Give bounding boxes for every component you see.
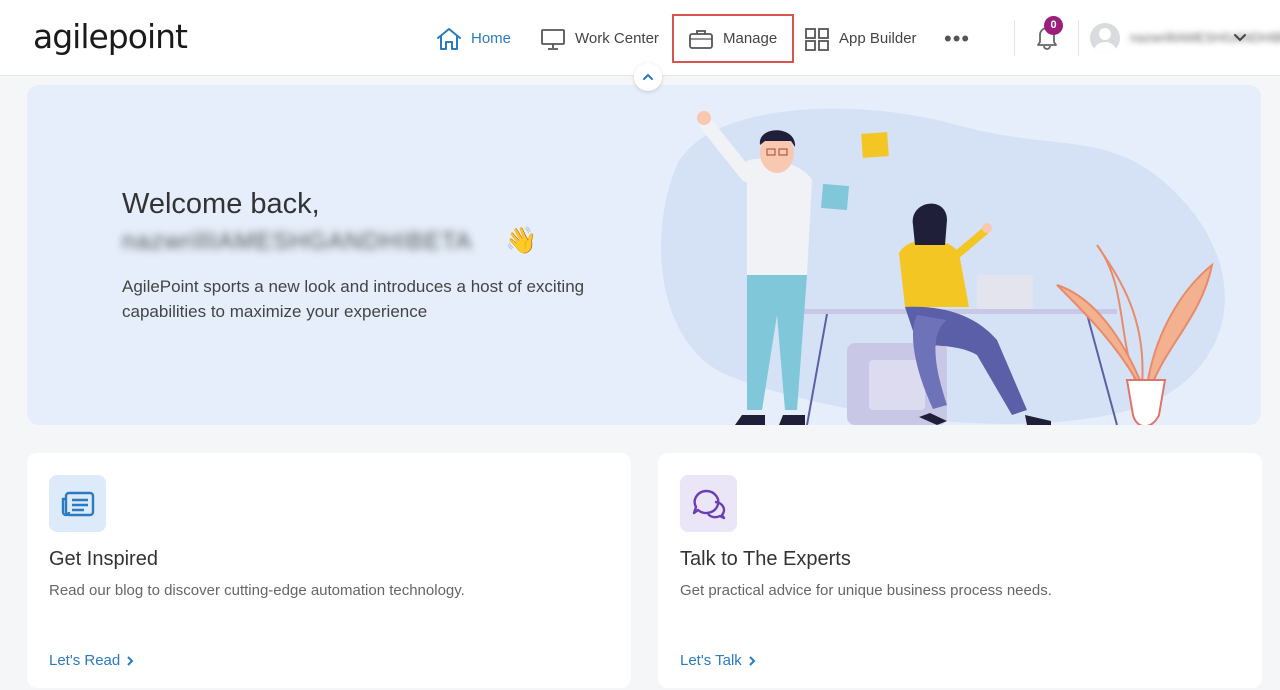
nav-work-center-label: Work Center (575, 30, 659, 47)
card-title: Talk to The Experts (680, 548, 851, 570)
notification-badge: 0 (1044, 16, 1063, 35)
welcome-banner: Welcome back, nazwrillIAMESHGANDHIBETA 👋… (27, 85, 1261, 425)
nav-app-builder[interactable]: App Builder (804, 14, 917, 63)
home-icon (436, 27, 462, 51)
nav-work-center[interactable]: Work Center (540, 14, 659, 63)
nav-manage-label: Manage (723, 30, 778, 47)
get-inspired-card: Get Inspired Read our blog to discover c… (27, 453, 631, 688)
welcome-description: AgilePoint sports a new look and introdu… (122, 277, 585, 321)
lets-talk-link[interactable]: Let's Talk (680, 652, 756, 669)
welcome-user-name: nazwrillIAMESHGANDHIBETA (122, 228, 473, 255)
divider (1014, 20, 1015, 56)
card-title: Get Inspired (49, 548, 158, 570)
chat-bubbles-icon (680, 475, 737, 532)
avatar-icon[interactable] (1090, 23, 1120, 53)
more-options-button[interactable]: ••• (944, 14, 970, 63)
welcome-illustration (661, 108, 1225, 425)
user-name[interactable]: nazwrillIAMESHGANDHIBETA (1130, 30, 1280, 45)
briefcase-icon (688, 27, 714, 51)
card-description: Get practical advice for unique business… (680, 582, 1052, 599)
chevron-right-icon (748, 655, 756, 666)
grid-icon (804, 27, 830, 51)
agilepoint-logo[interactable]: agilepoint (33, 17, 188, 56)
nav-home-label: Home (471, 30, 512, 47)
chevron-up-icon (643, 73, 653, 80)
nav-home[interactable]: Home (436, 14, 511, 63)
chevron-down-icon[interactable] (1232, 30, 1248, 51)
waving-hand-icon: 👋 (505, 225, 538, 255)
monitor-icon (540, 27, 566, 51)
nav-app-builder-label: App Builder (839, 30, 917, 47)
newspaper-icon (49, 475, 106, 532)
link-label: Let's Read (49, 652, 121, 669)
talk-to-experts-card: Talk to The Experts Get practical advice… (658, 453, 1262, 688)
lets-read-link[interactable]: Let's Read (49, 652, 134, 669)
divider (1078, 20, 1079, 56)
welcome-title: Welcome back, (122, 188, 320, 220)
card-description: Read our blog to discover cutting-edge a… (49, 582, 465, 599)
nav-manage[interactable]: Manage (672, 14, 794, 63)
collapse-banner-button[interactable] (634, 63, 662, 91)
link-label: Let's Talk (680, 652, 742, 669)
chevron-right-icon (126, 655, 134, 666)
